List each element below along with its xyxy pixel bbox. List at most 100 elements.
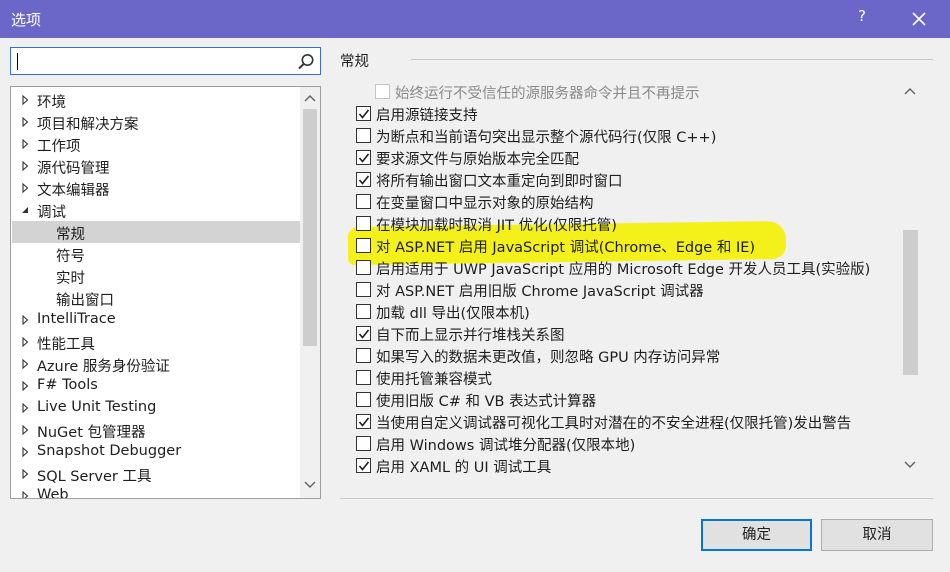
option-checkbox[interactable] bbox=[356, 106, 371, 121]
option-checkbox[interactable] bbox=[356, 216, 371, 231]
option-label: 启用 XAML 的 UI 调试工具 bbox=[376, 460, 552, 476]
option-row[interactable]: 要求源文件与原始版本完全匹配 bbox=[349, 146, 901, 168]
text-caret bbox=[17, 53, 18, 70]
option-row[interactable]: 始终运行不受信任的源服务器命令并且不再提示 bbox=[368, 80, 920, 102]
tree-item-label: Web bbox=[37, 487, 69, 499]
option-row[interactable]: 加载 dll 导出(仅限本机) bbox=[349, 300, 901, 322]
options-scrollbar[interactable] bbox=[901, 80, 920, 478]
option-checkbox[interactable] bbox=[356, 304, 371, 319]
expanded-arrow-icon[interactable] bbox=[20, 205, 30, 215]
option-row[interactable]: 对 ASP.NET 启用旧版 Chrome JavaScript 调试器 bbox=[349, 278, 901, 300]
tree-item[interactable]: NuGet 包管理器 bbox=[12, 419, 300, 441]
search-input[interactable] bbox=[19, 51, 289, 71]
tree-item[interactable]: 环境 bbox=[12, 89, 300, 111]
tree-item[interactable]: 性能工具 bbox=[12, 331, 300, 353]
option-row[interactable]: 对 ASP.NET 启用 JavaScript 调试(Chrome、Edge 和… bbox=[349, 234, 901, 256]
ok-button[interactable]: 确定 bbox=[701, 519, 812, 551]
tree-item[interactable]: SQL Server 工具 bbox=[12, 463, 300, 485]
option-row[interactable]: 启用 XAML 的 UI 调试工具 bbox=[349, 454, 901, 476]
tree-item[interactable]: 源代码管理 bbox=[12, 155, 300, 177]
option-row[interactable]: 使用托管兼容模式 bbox=[349, 366, 901, 388]
help-button[interactable]: ? bbox=[852, 7, 872, 29]
option-row[interactable]: 启用适用于 UWP JavaScript 应用的 Microsoft Edge … bbox=[349, 256, 901, 278]
tree-item[interactable]: Snapshot Debugger bbox=[12, 441, 300, 463]
option-label: 加载 dll 导出(仅限本机) bbox=[376, 306, 530, 322]
collapsed-arrow-icon[interactable] bbox=[20, 447, 30, 457]
option-checkbox[interactable] bbox=[356, 282, 371, 297]
option-row[interactable]: 启用源链接支持 bbox=[349, 102, 901, 124]
option-row[interactable]: 在变量窗口中显示对象的原始结构 bbox=[349, 190, 901, 212]
close-button[interactable] bbox=[902, 4, 936, 34]
tree-item[interactable]: Web bbox=[12, 485, 300, 499]
chevron-down-icon[interactable] bbox=[904, 460, 916, 470]
collapsed-arrow-icon[interactable] bbox=[20, 403, 30, 413]
option-checkbox[interactable] bbox=[356, 128, 371, 143]
search-box[interactable] bbox=[10, 47, 321, 75]
tree-item[interactable]: 文本编辑器 bbox=[12, 177, 300, 199]
tree-scrollbar[interactable] bbox=[300, 87, 320, 498]
search-icon[interactable] bbox=[296, 52, 316, 72]
tree-item[interactable]: IntelliTrace bbox=[12, 309, 300, 331]
tree-item[interactable]: 调试 bbox=[12, 199, 300, 221]
tree-item[interactable]: F# Tools bbox=[12, 375, 300, 397]
tree-item[interactable]: 工作项 bbox=[12, 133, 300, 155]
chevron-down-icon[interactable] bbox=[304, 480, 316, 490]
option-row[interactable]: 启用 Windows 调试堆分配器(仅限本地) bbox=[349, 432, 901, 454]
option-checkbox[interactable] bbox=[356, 172, 371, 187]
tree-item-label: 性能工具 bbox=[37, 337, 95, 353]
collapsed-arrow-icon[interactable] bbox=[20, 381, 30, 391]
option-checkbox[interactable] bbox=[356, 194, 371, 209]
footer-divider bbox=[340, 498, 933, 499]
tree-item-label: 工作项 bbox=[37, 139, 81, 155]
option-row[interactable]: 如果写入的数据未更改值，则忽略 GPU 内存访问异常 bbox=[349, 344, 901, 366]
option-checkbox[interactable] bbox=[356, 150, 371, 165]
tree-item[interactable]: Azure 服务身份验证 bbox=[12, 353, 300, 375]
option-label: 为断点和当前语句突出显示整个源代码行(仅限 C++) bbox=[376, 130, 717, 146]
tree-item-label: Snapshot Debugger bbox=[37, 443, 182, 459]
collapsed-arrow-icon[interactable] bbox=[20, 359, 30, 369]
option-checkbox[interactable] bbox=[356, 392, 371, 407]
scrollbar-thumb[interactable] bbox=[903, 230, 918, 375]
option-checkbox[interactable] bbox=[356, 458, 371, 473]
collapsed-arrow-icon[interactable] bbox=[20, 117, 30, 127]
option-checkbox[interactable] bbox=[356, 370, 371, 385]
window-title: 选项 bbox=[11, 11, 42, 29]
option-checkbox[interactable] bbox=[356, 238, 371, 253]
collapsed-arrow-icon[interactable] bbox=[20, 183, 30, 193]
scrollbar-thumb[interactable] bbox=[303, 109, 317, 346]
tree-item[interactable]: 实时 bbox=[12, 265, 300, 287]
tree-item[interactable]: 输出窗口 bbox=[12, 287, 300, 309]
option-row[interactable]: 当使用自定义调试器可视化工具时对潜在的不安全进程(仅限托管)发出警告 bbox=[349, 410, 901, 432]
option-row[interactable]: 自下而上显示并行堆栈关系图 bbox=[349, 322, 901, 344]
chevron-up-icon[interactable] bbox=[904, 86, 916, 96]
option-row[interactable]: 在模块加载时取消 JIT 优化(仅限托管) bbox=[349, 212, 901, 234]
option-checkbox[interactable] bbox=[356, 414, 371, 429]
tree-item[interactable]: Live Unit Testing bbox=[12, 397, 300, 419]
collapsed-arrow-icon[interactable] bbox=[20, 491, 30, 499]
tree-item-label: 实时 bbox=[56, 271, 85, 287]
option-label: 要求源文件与原始版本完全匹配 bbox=[376, 152, 579, 168]
checkmark-icon bbox=[358, 329, 370, 339]
tree-item[interactable]: 符号 bbox=[12, 243, 300, 265]
chevron-up-icon[interactable] bbox=[304, 93, 316, 103]
option-checkbox[interactable] bbox=[356, 260, 371, 275]
option-label: 在变量窗口中显示对象的原始结构 bbox=[376, 196, 594, 212]
option-checkbox[interactable] bbox=[356, 436, 371, 451]
tree-item[interactable]: 常规 bbox=[12, 221, 300, 243]
cancel-button[interactable]: 取消 bbox=[821, 519, 933, 551]
collapsed-arrow-icon[interactable] bbox=[20, 315, 30, 325]
tree-item-label: Azure 服务身份验证 bbox=[37, 359, 170, 375]
option-row[interactable]: 将所有输出窗口文本重定向到即时窗口 bbox=[349, 168, 901, 190]
option-row[interactable]: 为断点和当前语句突出显示整个源代码行(仅限 C++) bbox=[349, 124, 901, 146]
tree-item[interactable]: 项目和解决方案 bbox=[12, 111, 300, 133]
collapsed-arrow-icon[interactable] bbox=[20, 469, 30, 479]
collapsed-arrow-icon[interactable] bbox=[20, 161, 30, 171]
option-checkbox[interactable] bbox=[356, 348, 371, 363]
option-checkbox[interactable] bbox=[356, 326, 371, 341]
checkmark-icon bbox=[358, 461, 370, 471]
collapsed-arrow-icon[interactable] bbox=[20, 95, 30, 105]
option-row[interactable]: 使用旧版 C# 和 VB 表达式计算器 bbox=[349, 388, 901, 410]
collapsed-arrow-icon[interactable] bbox=[20, 139, 30, 149]
collapsed-arrow-icon[interactable] bbox=[20, 425, 30, 435]
collapsed-arrow-icon[interactable] bbox=[20, 337, 30, 347]
